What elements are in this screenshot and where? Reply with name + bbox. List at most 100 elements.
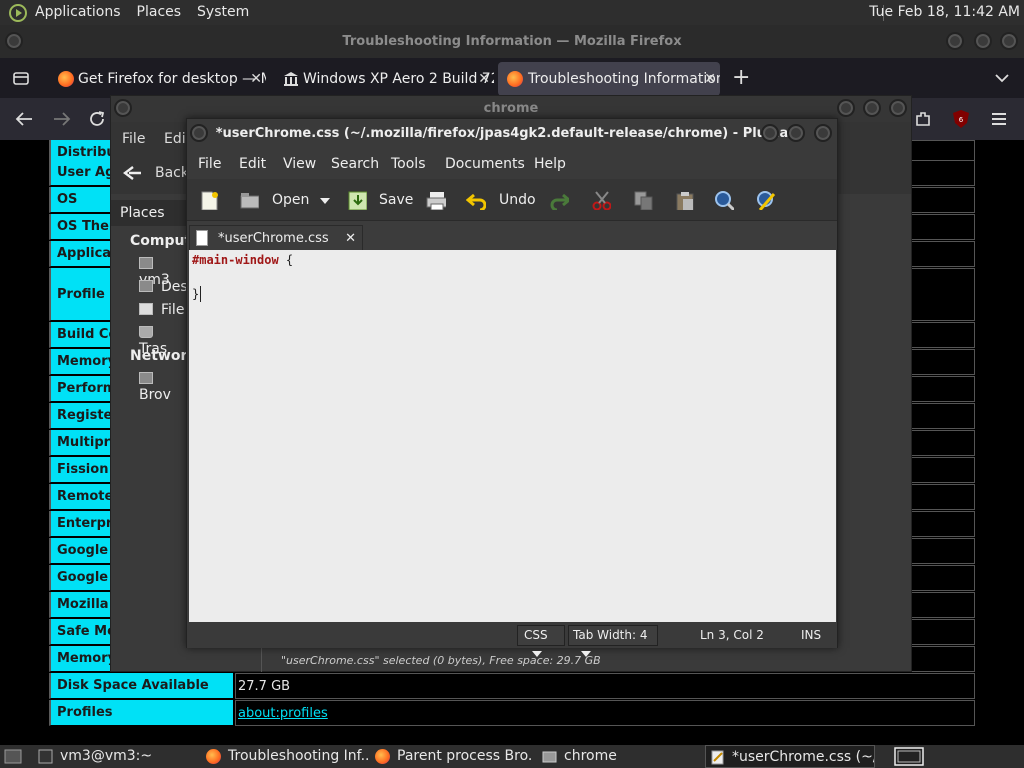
window-menu-button[interactable] (190, 124, 208, 142)
clock[interactable]: Tue Feb 18, 11:42 AM (869, 0, 1020, 25)
minimize-button[interactable] (761, 124, 779, 142)
task-pluma[interactable]: *userChrome.css (~/... (705, 745, 875, 768)
ublock-shield-icon[interactable]: 6 (952, 109, 970, 129)
window-menu-button[interactable] (114, 99, 132, 117)
table-row: Profiles about:profiles (49, 700, 975, 727)
top-panel: Applications Places System Tue Feb 18, 1… (0, 0, 1024, 25)
tab-get-firefox[interactable]: Get Firefox for desktop — M ✕ (46, 62, 266, 96)
back-label: Back (155, 165, 189, 181)
cut-icon[interactable] (591, 190, 611, 210)
sidebar-item-filesystem[interactable]: File (139, 302, 184, 318)
close-button[interactable] (889, 99, 907, 117)
copy-icon[interactable] (633, 190, 653, 210)
home-folder-icon (139, 257, 153, 269)
maximize-button[interactable] (863, 99, 881, 117)
document-tab[interactable]: *userChrome.css ✕ (189, 225, 363, 251)
back-arrow-icon (123, 166, 141, 180)
extensions-icon[interactable] (914, 110, 932, 128)
menu-places[interactable]: Places (129, 0, 190, 25)
close-icon[interactable]: ✕ (250, 62, 262, 96)
close-icon[interactable]: ✕ (478, 62, 490, 96)
task-parent-process[interactable]: Parent process Bro... (371, 745, 531, 768)
text-cursor (200, 286, 201, 302)
task-label: vm3@vm3:~ (60, 748, 153, 764)
find-icon[interactable] (714, 190, 734, 210)
tab-troubleshooting[interactable]: Troubleshooting Information ✕ (498, 62, 720, 96)
menu-file[interactable]: File (198, 149, 221, 179)
new-document-icon[interactable] (199, 190, 219, 210)
sidebar-item-label: Des (161, 279, 188, 295)
new-tab-button[interactable]: + (732, 63, 750, 93)
document-tab-label: *userChrome.css (218, 231, 329, 246)
tab-width-dropdown[interactable]: Tab Width: 4 (568, 625, 658, 657)
task-label: chrome (564, 748, 617, 764)
terminal-icon (38, 749, 53, 764)
open-dropdown-chevron-icon[interactable] (320, 198, 330, 204)
pluma-menubar: File Edit View Search Tools Documents He… (187, 149, 837, 179)
task-label: Parent process Bro... (397, 748, 531, 764)
places-pane-title[interactable]: Places (111, 200, 189, 226)
text-editor[interactable]: #main-window { } (189, 250, 836, 622)
network-icon (139, 372, 153, 384)
open-button[interactable]: Open (239, 179, 331, 221)
places-sidebar: Compute vm3 Des File Tras Network Brov (111, 226, 201, 636)
pluma-title: *userChrome.css (~/.mozilla/firefox/jpas… (215, 126, 789, 141)
reload-icon[interactable] (88, 110, 106, 128)
paste-icon[interactable] (674, 190, 694, 210)
about-profiles-link[interactable]: about:profiles (238, 706, 328, 721)
minimize-button[interactable] (837, 99, 855, 117)
firefox-window-title: Troubleshooting Information — Mozilla Fi… (342, 34, 682, 49)
cursor-position: Ln 3, Col 2 (700, 628, 764, 642)
task-label: Troubleshooting Inf... (228, 748, 370, 764)
menu-edit[interactable]: Edit (239, 149, 266, 179)
text-editor-icon (711, 750, 724, 765)
tab-manager-icon[interactable] (12, 69, 30, 87)
sidebar-item-browse-network[interactable]: Brov (139, 371, 189, 403)
task-terminal[interactable]: vm3@vm3:~ (34, 745, 194, 768)
menu-documents[interactable]: Documents (445, 149, 525, 179)
tab-width-label: Tab Width: 4 (573, 628, 648, 642)
minimize-button[interactable] (946, 32, 964, 50)
menu-tools[interactable]: Tools (391, 149, 426, 179)
close-icon[interactable]: ✕ (345, 226, 356, 252)
tab-windows-xp[interactable]: Windows XP Aero 2 Build 72 ✕ (272, 62, 494, 96)
close-icon[interactable]: ✕ (704, 62, 716, 96)
firefox-tabbar: Get Firefox for desktop — M ✕ Windows XP… (0, 58, 1024, 98)
sidebar-item-desktop[interactable]: Des (139, 279, 188, 295)
open-folder-icon (240, 193, 259, 209)
back-arrow-icon[interactable] (14, 110, 34, 128)
menu-applications[interactable]: Applications (27, 0, 129, 25)
workspace-switcher-icon[interactable] (894, 747, 924, 766)
find-replace-icon[interactable] (756, 190, 776, 210)
menu-system[interactable]: System (189, 0, 257, 25)
language-dropdown[interactable]: CSS (517, 625, 565, 657)
firefox-icon (206, 749, 221, 764)
task-chrome-folder[interactable]: chrome (538, 745, 698, 768)
fm-menu-file[interactable]: File (122, 124, 145, 154)
maximize-button[interactable] (974, 32, 992, 50)
close-button[interactable] (1000, 32, 1018, 50)
row-value: 27.7 GB (235, 673, 975, 699)
mate-logo-icon[interactable] (9, 3, 27, 22)
open-brace: { (278, 253, 294, 267)
undo-button[interactable]: Undo (466, 179, 538, 221)
save-button[interactable]: Save (347, 179, 413, 221)
open-label: Open (272, 192, 310, 208)
file-manager-title: chrome (483, 101, 539, 116)
list-all-tabs-icon[interactable] (994, 70, 1010, 86)
show-desktop-icon[interactable] (4, 749, 22, 764)
window-menu-button[interactable] (5, 32, 23, 50)
folder-icon (542, 751, 557, 763)
print-icon[interactable] (426, 190, 446, 210)
close-button[interactable] (814, 124, 832, 142)
menu-view[interactable]: View (283, 149, 316, 179)
svg-text:6: 6 (959, 116, 964, 124)
maximize-button[interactable] (787, 124, 805, 142)
redo-icon[interactable] (549, 190, 569, 210)
task-firefox-troubleshooting[interactable]: Troubleshooting Inf... (202, 745, 370, 768)
pluma-toolbar: Open Save Undo (187, 179, 837, 221)
menu-search[interactable]: Search (331, 149, 379, 179)
hamburger-menu-icon[interactable] (990, 111, 1008, 127)
forward-arrow-icon[interactable] (52, 110, 72, 128)
menu-help[interactable]: Help (534, 149, 566, 179)
